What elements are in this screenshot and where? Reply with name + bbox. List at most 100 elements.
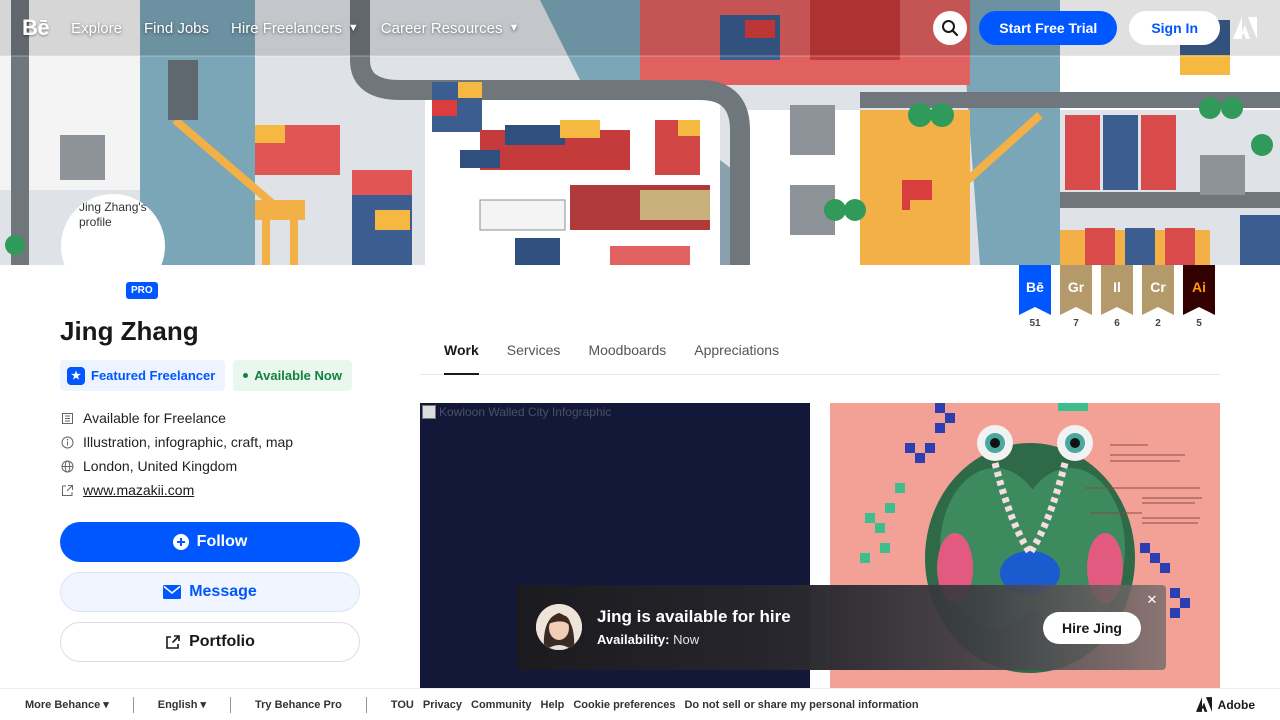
profile-details: Available for Freelance Illustration, in… <box>60 406 293 502</box>
ribbon-graphic-design-badge: Gr <box>1060 265 1092 315</box>
detail-website: www.mazakii.com <box>60 478 293 502</box>
hire-button[interactable]: Hire Jing <box>1043 612 1141 644</box>
detail-fields-text: Illustration, infographic, craft, map <box>83 434 294 450</box>
nav-hire-freelancers-label: Hire Freelancers <box>231 19 342 37</box>
detail-freelance: Available for Freelance <box>60 406 293 430</box>
nav-actions: Start Free Trial Sign In <box>933 11 1258 45</box>
nav-explore[interactable]: Explore <box>71 20 122 37</box>
footer-link-tou[interactable]: TOU <box>391 699 414 711</box>
footer-adobe-label: Adobe <box>1217 697 1255 712</box>
nav-find-jobs-label: Find Jobs <box>143 19 210 37</box>
footer-divider <box>230 696 231 713</box>
top-navigation: Bē Explore Find Jobs Hire Freelancers ▼ C… <box>0 0 1280 56</box>
available-now-badge: Available Now <box>233 360 352 391</box>
footer-more-behance[interactable]: More Behance ▾ <box>25 698 109 712</box>
star-icon: ★ <box>67 366 85 385</box>
ribbon-illustrator-count: 5 <box>1196 318 1202 329</box>
detail-location-text: London, United Kingdom <box>83 458 238 474</box>
chevron-down-icon: ▼ <box>508 22 520 34</box>
sign-in-button[interactable]: Sign In <box>1129 11 1220 45</box>
footer-language-label: English <box>157 698 198 711</box>
message-button[interactable]: Message <box>60 572 360 612</box>
tab-work[interactable]: Work <box>444 336 479 375</box>
follow-button[interactable]: Follow <box>60 522 360 562</box>
portfolio-label: Portfolio <box>189 633 255 650</box>
start-free-trial-button[interactable]: Start Free Trial <box>979 11 1118 45</box>
toast-title: Jing is available for hire <box>597 607 791 626</box>
follow-label: Follow <box>196 533 248 550</box>
nav-hire-freelancers[interactable]: Hire Freelancers ▼ <box>231 20 359 37</box>
external-link-icon <box>60 483 74 497</box>
detail-fields: Illustration, infographic, craft, map <box>60 430 293 454</box>
broken-image-icon <box>422 405 436 419</box>
portfolio-button[interactable]: Portfolio <box>60 622 360 662</box>
project-card-alt-text: Kowloon Walled City Infographic <box>439 405 612 419</box>
search-icon <box>942 20 959 37</box>
external-link-icon <box>166 635 180 649</box>
footer-divider <box>365 696 367 713</box>
profile-name: Jing Zhang <box>60 316 199 346</box>
search-button[interactable] <box>933 11 968 45</box>
envelope-icon <box>163 585 182 599</box>
profile-tabs: Work Services Moodboards Appreciations <box>420 336 1220 375</box>
close-icon[interactable]: ✕ <box>1144 592 1160 608</box>
tab-services[interactable]: Services <box>507 336 561 375</box>
ribbon-crafts-badge: Cr <box>1142 265 1174 315</box>
footer-link-help[interactable]: Help <box>541 699 565 711</box>
ribbon-crafts-count: 2 <box>1155 318 1161 329</box>
availability-label: Availability: <box>597 632 670 647</box>
ribbon-illustrator[interactable]: Ai 5 <box>1183 265 1215 329</box>
caret-down-icon: ▾ <box>103 699 109 711</box>
footer-link-privacy[interactable]: Privacy <box>423 699 462 711</box>
chevron-down-icon: ▼ <box>347 22 359 34</box>
detail-location: London, United Kingdom <box>60 454 293 478</box>
ribbon-graphic-design[interactable]: Gr 7 <box>1060 265 1092 329</box>
footer-link-community[interactable]: Community <box>471 699 532 711</box>
toast-availability: Availability: Now <box>597 632 699 647</box>
tab-moodboards[interactable]: Moodboards <box>588 336 666 375</box>
ribbon-illustration-badge: Il <box>1101 265 1133 315</box>
avatar <box>536 604 582 650</box>
detail-freelance-text: Available for Freelance <box>83 410 226 426</box>
building-icon <box>60 411 74 425</box>
tab-appreciations[interactable]: Appreciations <box>694 336 779 375</box>
ribbon-graphic-design-count: 7 <box>1073 318 1079 329</box>
nav-find-jobs[interactable]: Find Jobs <box>144 20 209 37</box>
ribbon-behance-badge: Bē <box>1019 265 1051 315</box>
availability-value: Now <box>673 632 700 647</box>
available-now-label: Available Now <box>254 368 342 383</box>
message-label: Message <box>189 583 257 600</box>
featured-freelancer-badge[interactable]: ★ Featured Freelancer <box>60 360 226 391</box>
globe-icon <box>60 459 74 473</box>
broken-image: Kowloon Walled City Infographic <box>422 405 611 419</box>
nav-career-resources[interactable]: Career Resources ▼ <box>381 20 520 37</box>
website-link[interactable]: www.mazakii.com <box>83 482 194 498</box>
ribbon-crafts[interactable]: Cr 2 <box>1142 265 1174 329</box>
hire-availability-toast: Jing is available for hire Availability:… <box>516 585 1166 670</box>
ribbon-behance-count: 51 <box>1029 318 1041 329</box>
ribbon-behance[interactable]: Bē 51 <box>1019 265 1051 329</box>
ribbon-illustration[interactable]: Il 6 <box>1101 265 1133 329</box>
footer-try-pro[interactable]: Try Behance Pro <box>255 699 342 711</box>
caret-down-icon: ▾ <box>200 699 206 711</box>
footer-divider <box>132 696 134 713</box>
adobe-logo-icon[interactable] <box>1232 16 1258 40</box>
footer-adobe[interactable]: Adobe <box>1195 697 1255 712</box>
pro-badge: PRO <box>126 282 158 299</box>
nav-career-resources-label: Career Resources <box>380 19 503 37</box>
avatar-alt-text: Jing Zhang's profile <box>79 200 147 229</box>
footer-link-do-not-sell[interactable]: Do not sell or share my personal informa… <box>684 699 918 711</box>
behance-logo[interactable]: Bē <box>22 15 50 41</box>
portrait-image <box>536 604 582 650</box>
ribbon-illustration-count: 6 <box>1114 318 1120 329</box>
footer: More Behance ▾ English ▾ Try Behance Pro T… <box>0 688 1280 720</box>
ribbon-illustrator-badge: Ai <box>1183 265 1215 315</box>
info-icon <box>60 435 74 449</box>
footer-language[interactable]: English ▾ <box>157 698 206 712</box>
profile-badges: ★ Featured Freelancer Available Now <box>60 360 352 391</box>
nav-explore-label: Explore <box>71 19 122 37</box>
featured-freelancer-label: Featured Freelancer <box>91 368 216 383</box>
adobe-logo-icon <box>1195 697 1212 712</box>
footer-more-behance-label: More Behance <box>25 698 101 711</box>
footer-link-cookie-preferences[interactable]: Cookie preferences <box>573 699 675 711</box>
